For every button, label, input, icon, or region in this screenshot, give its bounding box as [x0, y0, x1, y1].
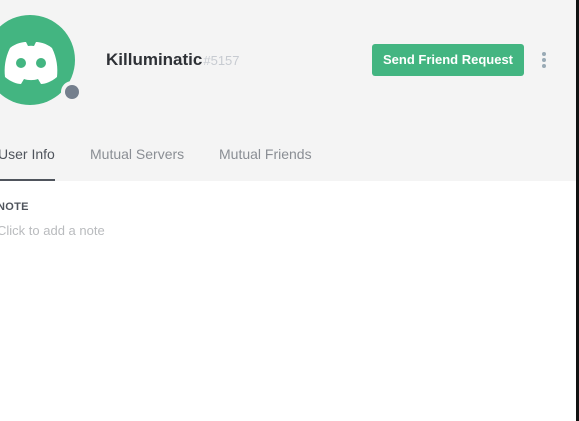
discriminator: #5157 — [203, 53, 240, 68]
profile-tabs: User Info Mutual Servers Mutual Friends — [0, 137, 576, 181]
tab-user-info[interactable]: User Info — [0, 137, 55, 181]
username-row: Killuminatic#5157 — [106, 50, 240, 71]
avatar — [0, 15, 85, 105]
note-label: NOTE — [0, 201, 29, 213]
more-options-icon[interactable] — [538, 50, 550, 70]
user-info-panel: NOTE Click to add a note — [0, 181, 576, 421]
note-input[interactable]: Click to add a note — [0, 223, 297, 243]
profile-header: Killuminatic#5157 Send Friend Request Us… — [0, 0, 576, 181]
status-offline-indicator — [65, 85, 79, 99]
user-profile-modal: Killuminatic#5157 Send Friend Request Us… — [0, 0, 576, 421]
tab-mutual-servers[interactable]: Mutual Servers — [90, 137, 184, 179]
username: Killuminatic — [106, 50, 203, 69]
send-friend-request-button[interactable]: Send Friend Request — [372, 44, 524, 76]
tab-mutual-friends[interactable]: Mutual Friends — [219, 137, 312, 179]
